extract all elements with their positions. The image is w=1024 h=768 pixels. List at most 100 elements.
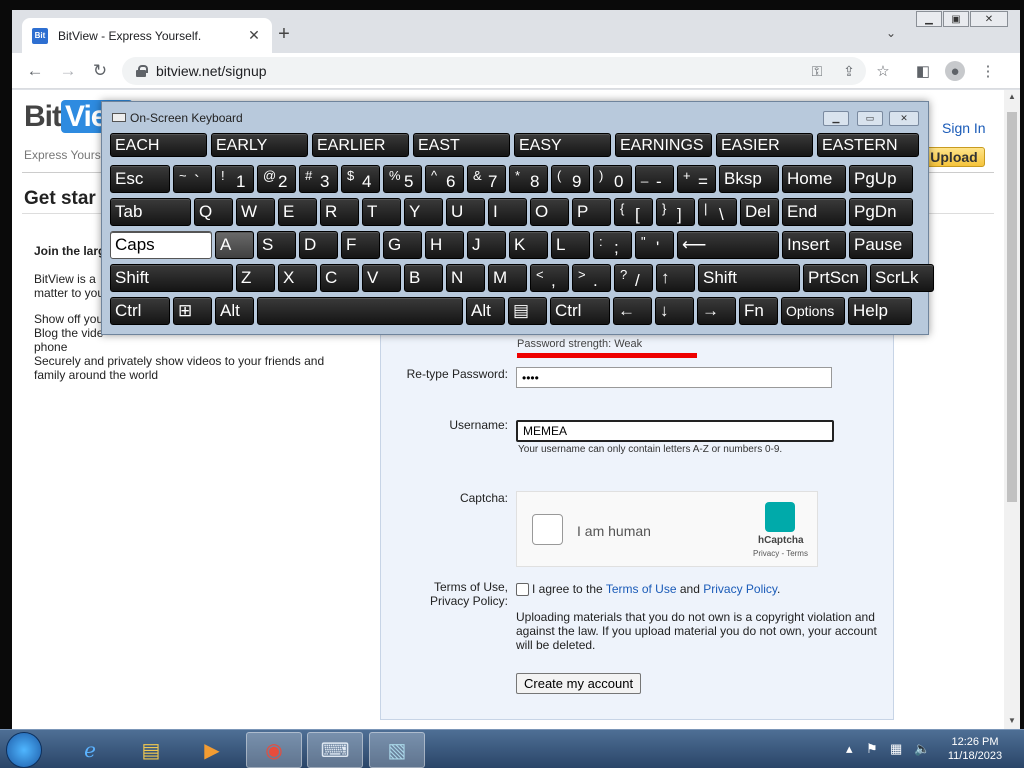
key-sym-5[interactable]: ▤	[508, 297, 547, 325]
key-r[interactable]: R	[320, 198, 359, 226]
key-p[interactable]: P	[572, 198, 611, 226]
chrome-icon[interactable]: ◉	[246, 732, 302, 768]
tray-expand-icon[interactable]: ▴	[846, 741, 853, 757]
key-pause[interactable]: Pause	[849, 231, 913, 259]
start-button[interactable]	[6, 732, 42, 768]
osk-close-button[interactable]: ✕	[889, 111, 919, 126]
prediction-eastern[interactable]: EASTERN	[817, 133, 919, 157]
key-caps[interactable]: Caps	[110, 231, 212, 259]
scrollbar-thumb[interactable]	[1007, 112, 1017, 502]
profile-avatar-icon[interactable]: ●	[945, 61, 965, 81]
scroll-down-icon[interactable]: ▼	[1008, 716, 1016, 725]
prediction-early[interactable]: EARLY	[211, 133, 308, 157]
maximize-window-button[interactable]: ▣	[943, 11, 969, 27]
key-fn[interactable]: Fn	[739, 297, 778, 325]
key-u[interactable]: U	[446, 198, 485, 226]
back-arrow-icon[interactable]: ←	[24, 60, 46, 82]
key-c[interactable]: C	[320, 264, 359, 292]
key-tab[interactable]: Tab	[110, 198, 191, 226]
system-clock[interactable]: 12:26 PM 11/18/2023	[944, 735, 1006, 763]
key-n[interactable]: N	[446, 264, 485, 292]
browser-tab[interactable]: Bit BitView - Express Yourself. ✕	[22, 18, 272, 53]
media-player-icon[interactable]: ▶	[184, 732, 240, 768]
side-panel-icon[interactable]: ◧	[913, 61, 933, 81]
action-center-icon[interactable]: ⚑	[866, 741, 878, 757]
key-sym-13[interactable]: | \	[698, 198, 737, 226]
key-bksp[interactable]: Bksp	[719, 165, 779, 193]
key-pgup[interactable]: PgUp	[849, 165, 913, 193]
prediction-each[interactable]: EACH	[110, 133, 207, 157]
key-end[interactable]: End	[782, 198, 846, 226]
prediction-easy[interactable]: EASY	[514, 133, 611, 157]
key-0[interactable]: ) 0	[593, 165, 632, 193]
key-sym-8[interactable]: <,	[530, 264, 569, 292]
key-esc[interactable]: Esc	[110, 165, 170, 193]
key-o[interactable]: O	[530, 198, 569, 226]
key-sym-7[interactable]: ←	[613, 297, 652, 325]
lock-icon[interactable]	[136, 65, 148, 77]
key-sym-10[interactable]: ? /	[614, 264, 653, 292]
key-a[interactable]: A	[215, 231, 254, 259]
key-q[interactable]: Q	[194, 198, 233, 226]
scroll-up-icon[interactable]: ▲	[1008, 92, 1016, 101]
key-z[interactable]: Z	[236, 264, 275, 292]
key-y[interactable]: Y	[404, 198, 443, 226]
key-s[interactable]: S	[257, 231, 296, 259]
on-screen-keyboard-taskbar-icon[interactable]: ⌨	[307, 732, 363, 768]
key-f[interactable]: F	[341, 231, 380, 259]
key-sym-11[interactable]: {[	[614, 198, 653, 226]
username-field[interactable]: MEMEA	[516, 420, 834, 442]
key-shift[interactable]: Shift	[110, 264, 233, 292]
network-icon[interactable]: ▦	[890, 741, 902, 757]
prediction-east[interactable]: EAST	[413, 133, 510, 157]
retype-password-field[interactable]: ••••	[516, 367, 832, 388]
key-sym-9[interactable]: >.	[572, 264, 611, 292]
key-3[interactable]: #3	[299, 165, 338, 193]
tab-search-icon[interactable]: ⌄	[886, 26, 896, 40]
prediction-easier[interactable]: EASIER	[716, 133, 813, 157]
sign-in-link[interactable]: Sign In	[942, 120, 986, 136]
key-sym-12[interactable]: _ -	[635, 165, 674, 193]
privacy-policy-link[interactable]: Privacy Policy	[703, 582, 777, 596]
key-4[interactable]: $4	[341, 165, 380, 193]
prediction-earnings[interactable]: EARNINGS	[615, 133, 712, 157]
key-2[interactable]: @2	[257, 165, 296, 193]
key-space[interactable]	[257, 297, 463, 325]
key-j[interactable]: J	[467, 231, 506, 259]
key-sym-13[interactable]: + =	[677, 165, 716, 193]
internet-explorer-icon[interactable]: ℯ	[62, 732, 118, 768]
minimize-window-button[interactable]: ▁	[916, 11, 942, 27]
captcha-checkbox[interactable]	[532, 514, 563, 545]
prediction-earlier[interactable]: EARLIER	[312, 133, 409, 157]
terms-of-use-link[interactable]: Terms of Use	[606, 582, 677, 596]
key-ctrl[interactable]: Ctrl	[550, 297, 610, 325]
key-pgdn[interactable]: PgDn	[849, 198, 913, 226]
key-sym-12[interactable]: ⟵	[677, 231, 779, 259]
key-alt[interactable]: Alt	[466, 297, 505, 325]
key-icon[interactable]: ⚿	[808, 62, 826, 80]
key-l[interactable]: L	[551, 231, 590, 259]
key-sym-12[interactable]: }]	[656, 198, 695, 226]
notepad-icon[interactable]: ▧	[369, 732, 425, 768]
tab-close-icon[interactable]: ✕	[246, 27, 262, 44]
key-8[interactable]: * 8	[509, 165, 548, 193]
key-del[interactable]: Del	[740, 198, 779, 226]
key-insert[interactable]: Insert	[782, 231, 846, 259]
key-m[interactable]: M	[488, 264, 527, 292]
key-sym-8[interactable]: ↓	[655, 297, 694, 325]
key-alt[interactable]: Alt	[215, 297, 254, 325]
key-sym-1[interactable]: ⊞	[173, 297, 212, 325]
key-sym-11[interactable]: " '	[635, 231, 674, 259]
key-5[interactable]: % 5	[383, 165, 422, 193]
key-h[interactable]: H	[425, 231, 464, 259]
forward-arrow-icon[interactable]: →	[57, 60, 79, 82]
key-home[interactable]: Home	[782, 165, 846, 193]
share-icon[interactable]: ⇪	[840, 62, 858, 80]
key-9[interactable]: (9	[551, 165, 590, 193]
new-tab-button[interactable]: +	[274, 24, 294, 44]
key-shift[interactable]: Shift	[698, 264, 800, 292]
key-e[interactable]: E	[278, 198, 317, 226]
upload-button[interactable]: Upload	[923, 147, 985, 167]
key-sym-11[interactable]: ↑	[656, 264, 695, 292]
reload-icon[interactable]: ↻	[89, 60, 111, 82]
